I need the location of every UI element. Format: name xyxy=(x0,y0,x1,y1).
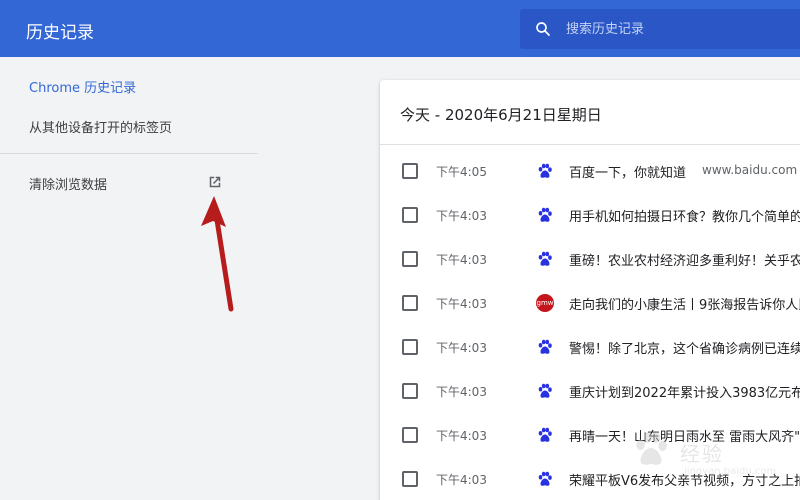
search-box[interactable] xyxy=(520,9,800,49)
entry-title-link[interactable]: 重磅！农业农村经济迎多重利好！关乎农 xyxy=(569,250,800,269)
baidu-paw-icon xyxy=(538,471,552,486)
entry-title-link[interactable]: 重庆计划到2022年累计投入3983亿元布局 xyxy=(569,382,800,401)
baidu-paw-icon xyxy=(538,427,552,442)
entry-title-link[interactable]: 荣耀平板V6发布父亲节视频，方寸之上拍 xyxy=(569,470,800,489)
header-divider xyxy=(380,144,800,145)
entry-title-link[interactable]: 百度一下，你就知道 xyxy=(569,162,686,181)
entry-title-link[interactable]: 用手机如何拍摄日环食？教你几个简单的 xyxy=(569,206,800,225)
visit-time: 下午4:03 xyxy=(436,253,487,267)
entry-title-link[interactable]: 再晴一天！山东明日雨水至 雷雨大风齐"登 xyxy=(569,426,800,445)
row-checkbox[interactable] xyxy=(402,339,418,355)
history-row[interactable]: 下午4:03 重磅！农业农村经济迎多重利好！关乎农 xyxy=(380,238,800,282)
sidebar-item-clear-browsing-data[interactable]: 清除浏览数据 xyxy=(29,174,107,193)
history-row[interactable]: 下午4:03 警惕！除了北京，这个省确诊病例已连续 xyxy=(380,326,800,370)
row-checkbox[interactable] xyxy=(402,471,418,487)
history-row[interactable]: 下午4:03 用手机如何拍摄日环食？教你几个简单的 xyxy=(380,194,800,238)
baidu-paw-icon xyxy=(538,251,552,266)
sidebar-item-other-devices[interactable]: 从其他设备打开的标签页 xyxy=(29,117,172,136)
sidebar-divider xyxy=(0,153,258,154)
row-checkbox[interactable] xyxy=(402,427,418,443)
baidu-paw-icon xyxy=(538,207,552,222)
top-bar: 历史记录 xyxy=(0,0,800,57)
gmw-icon: gmw xyxy=(536,294,554,312)
visit-time: 下午4:03 xyxy=(436,429,487,443)
sidebar-item-chrome-history[interactable]: Chrome 历史记录 xyxy=(29,77,136,96)
history-row[interactable]: 下午4:03 荣耀平板V6发布父亲节视频，方寸之上拍 xyxy=(380,458,800,500)
entry-title-link[interactable]: 走向我们的小康生活丨9张海报告诉你人民 xyxy=(569,294,800,313)
visit-time: 下午4:03 xyxy=(436,385,487,399)
visit-time: 下午4:03 xyxy=(436,297,487,311)
entry-title-link[interactable]: 警惕！除了北京，这个省确诊病例已连续 xyxy=(569,338,800,357)
history-card: 今天 - 2020年6月21日星期日 下午4:05 百度一下，你就知道 www.… xyxy=(380,80,800,500)
page-title: 历史记录 xyxy=(26,23,94,43)
visit-time: 下午4:03 xyxy=(436,341,487,355)
baidu-paw-icon xyxy=(538,339,552,354)
baidu-paw-icon xyxy=(538,383,552,398)
external-link-icon[interactable] xyxy=(206,173,224,191)
baidu-paw-icon xyxy=(538,163,552,178)
search-icon[interactable] xyxy=(534,20,552,38)
history-row[interactable]: 下午4:03 gmw 走向我们的小康生活丨9张海报告诉你人民 xyxy=(380,282,800,326)
row-checkbox[interactable] xyxy=(402,251,418,267)
row-checkbox[interactable] xyxy=(402,383,418,399)
sidebar: Chrome 历史记录 从其他设备打开的标签页 清除浏览数据 xyxy=(0,57,258,500)
visit-time: 下午4:03 xyxy=(436,209,487,223)
row-checkbox[interactable] xyxy=(402,295,418,311)
entry-domain: www.baidu.com xyxy=(702,163,798,177)
visit-time: 下午4:05 xyxy=(436,165,487,179)
row-checkbox[interactable] xyxy=(402,207,418,223)
search-input[interactable] xyxy=(566,17,796,41)
history-row[interactable]: 下午4:03 再晴一天！山东明日雨水至 雷雨大风齐"登 xyxy=(380,414,800,458)
history-row[interactable]: 下午4:05 百度一下，你就知道 www.baidu.com xyxy=(380,150,800,194)
visit-time: 下午4:03 xyxy=(436,473,487,487)
row-checkbox[interactable] xyxy=(402,163,418,179)
history-row[interactable]: 下午4:03 重庆计划到2022年累计投入3983亿元布局 xyxy=(380,370,800,414)
date-header: 今天 - 2020年6月21日星期日 xyxy=(400,106,602,124)
